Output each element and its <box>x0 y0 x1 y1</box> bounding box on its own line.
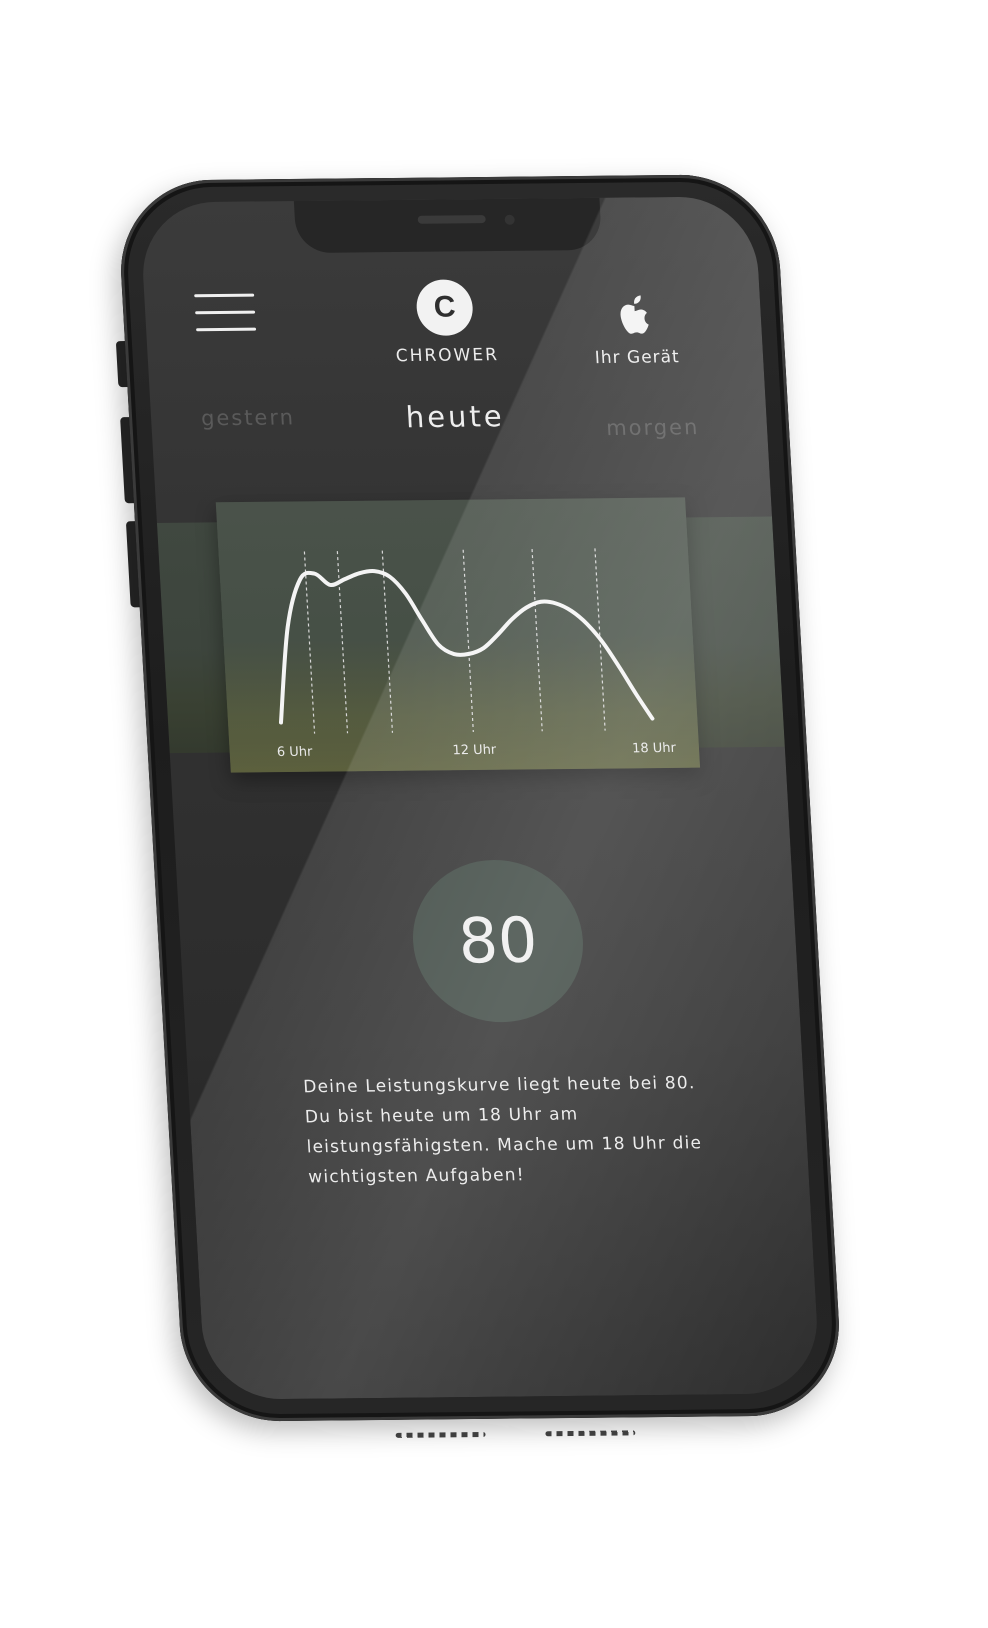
performance-chart-svg: 6 Uhr 12 Uhr 18 Uhr <box>224 548 701 773</box>
summary-text: Deine Leistungskurve liegt heute bei 80.… <box>302 1073 703 1188</box>
day-tabs: gestern heute morgen <box>150 396 768 463</box>
stage: C CHROWER Ihr Gerät gestern heute morgen <box>0 0 988 1628</box>
score-badge: 80 <box>408 859 588 1024</box>
phone-mockup: C CHROWER Ihr Gerät gestern heute morgen <box>115 173 845 1438</box>
brand-name: CHROWER <box>395 345 500 367</box>
tab-today[interactable]: heute <box>405 399 506 434</box>
notch <box>293 197 603 254</box>
brand-header: C CHROWER <box>373 279 518 367</box>
front-camera <box>504 214 515 225</box>
device-label: Ihr Gerät <box>594 347 681 369</box>
speaker-grille-left <box>395 1431 486 1438</box>
performance-chart: 6 Uhr 12 Uhr 18 Uhr <box>215 497 701 773</box>
hamburger-menu-icon[interactable] <box>194 293 258 335</box>
app-screen: C CHROWER Ihr Gerät gestern heute morgen <box>139 196 821 1400</box>
chrower-logo-icon: C <box>415 279 475 336</box>
apple-icon <box>620 295 649 334</box>
tab-tomorrow[interactable]: morgen <box>606 415 700 440</box>
x-tick-label-0: 6 Uhr <box>276 745 313 760</box>
screen-glare <box>139 196 821 1400</box>
x-tick-label-2: 18 Uhr <box>632 741 677 756</box>
x-tick-label-1: 12 Uhr <box>452 743 497 758</box>
tab-yesterday[interactable]: gestern <box>200 405 295 430</box>
earpiece-speaker <box>417 215 486 224</box>
speaker-grille-right <box>545 1430 636 1437</box>
device-button[interactable]: Ihr Gerät <box>574 291 698 368</box>
